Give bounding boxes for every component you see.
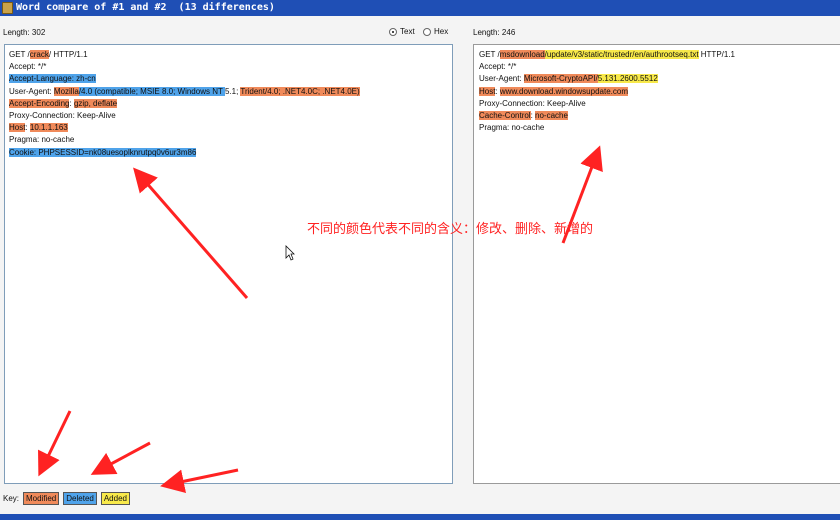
text-line: Accept: */* — [9, 61, 46, 72]
right-text-panel[interactable]: GET /msdownload/update/v3/static/trusted… — [473, 44, 840, 484]
right-length-label: Length: 246 — [473, 28, 516, 37]
text-segment: / HTTP/1.1 — [48, 50, 88, 59]
text-segment: HTTP/1.1 — [698, 50, 735, 59]
text-segment: Pragma: no-cache — [479, 123, 545, 133]
text-segment: Proxy-Connection: Keep-Alive — [479, 98, 586, 108]
color-key: Key: Modified Deleted Added — [3, 492, 130, 505]
text-line: Host: 10.1.1.163 — [9, 122, 68, 133]
deleted-segment: Accept-Language: zh-cn — [9, 74, 96, 84]
modified-segment: Mozilla — [53, 86, 79, 96]
text-segment: 5.1; — [224, 86, 241, 96]
modified-segment: msdownload — [499, 50, 545, 59]
modified-segment: Host — [9, 123, 26, 133]
modified-segment: 10.1.1.163 — [29, 123, 68, 133]
text-segment: Accept: */* — [9, 62, 47, 72]
hex-mode-radio[interactable]: Hex — [423, 27, 448, 36]
added-segment: 5.131.2600.5512 — [597, 74, 658, 84]
text-line: Host: www.download.windowsupdate.com — [479, 86, 628, 97]
text-mode-label: Text — [400, 27, 415, 36]
text-line: User-Agent: Microsoft-CryptoAPI/5.131.26… — [479, 73, 658, 84]
text-line: User-Agent: Mozilla/4.0 (compatible; MSI… — [9, 86, 360, 97]
text-line: Cache-Control: no-cache — [479, 110, 568, 121]
radio-selected-icon — [389, 27, 397, 36]
text-line: Accept-Encoding: gzip, deflate — [9, 98, 118, 109]
text-line: Proxy-Connection: Keep-Alive — [9, 110, 116, 121]
key-added-chip: Added — [100, 492, 130, 505]
text-segment: GET / — [9, 50, 30, 59]
left-length-label: Length: 302 — [3, 28, 46, 37]
text-mode-radio[interactable]: Text — [389, 27, 415, 36]
text-line: Proxy-Connection: Keep-Alive — [479, 98, 586, 109]
modified-segment: Host — [479, 86, 496, 96]
annotation-text: 不同的颜色代表不同的含义：修改、删除、新增的 — [307, 221, 594, 236]
modified-segment: Trident/4.0; .NET4.0C; .NET4.0E) — [240, 86, 360, 96]
text-segment: User-Agent: — [9, 86, 54, 96]
text-line: GET /crack/ HTTP/1.1 — [9, 49, 88, 60]
modified-segment: www.download.windowsupdate.com — [499, 86, 628, 96]
hex-mode-label: Hex — [434, 27, 449, 36]
modified-segment: Accept-Encoding — [9, 98, 70, 108]
text-segment: Pragma: no-cache — [9, 135, 75, 145]
key-deleted-chip: Deleted — [63, 492, 97, 505]
title-bar: Word compare of #1 and #2 (13 difference… — [0, 0, 840, 16]
radio-unselected-icon — [423, 27, 431, 36]
text-segment: Accept: */* — [479, 62, 517, 72]
deleted-segment: /4.0 (compatible; MSIE 8.0; Windows NT — [78, 86, 225, 96]
text-line: Accept-Language: zh-cn — [9, 73, 96, 84]
text-line: Cookie: PHPSESSID=nk08uesoplknrutpq0v6ur… — [9, 147, 197, 158]
added-segment: /update/v3/static/trustedr/en/authrootse… — [544, 50, 699, 59]
text-line: Accept: */* — [479, 61, 516, 72]
text-segment: Proxy-Connection: Keep-Alive — [9, 111, 116, 120]
modified-segment: no-cache — [535, 111, 568, 120]
text-segment: User-Agent: — [479, 74, 524, 84]
modified-segment: gzip, deflate — [73, 98, 118, 108]
key-label: Key: — [3, 494, 20, 503]
app-icon — [2, 2, 13, 14]
left-text-panel[interactable]: GET /crack/ HTTP/1.1 Accept: */* Accept-La… — [4, 44, 453, 484]
modified-segment: crack — [29, 50, 49, 59]
mouse-cursor-icon — [285, 245, 295, 261]
modified-segment: Cache-Control — [479, 111, 531, 120]
deleted-segment: Cookie: PHPSESSID=nk08uesoplknrutpq0v6ur… — [9, 147, 197, 157]
text-line: Pragma: no-cache — [479, 122, 544, 133]
bottom-bar — [0, 514, 840, 520]
text-line: Pragma: no-cache — [9, 134, 74, 145]
text-segment: GET / — [479, 50, 500, 59]
modified-segment: Microsoft-CryptoAPI/ — [523, 74, 598, 84]
key-modified-chip: Modified — [23, 492, 60, 505]
window-title: Word compare of #1 and #2 (13 difference… — [16, 2, 275, 13]
text-line: GET /msdownload/update/v3/static/trusted… — [479, 49, 735, 60]
